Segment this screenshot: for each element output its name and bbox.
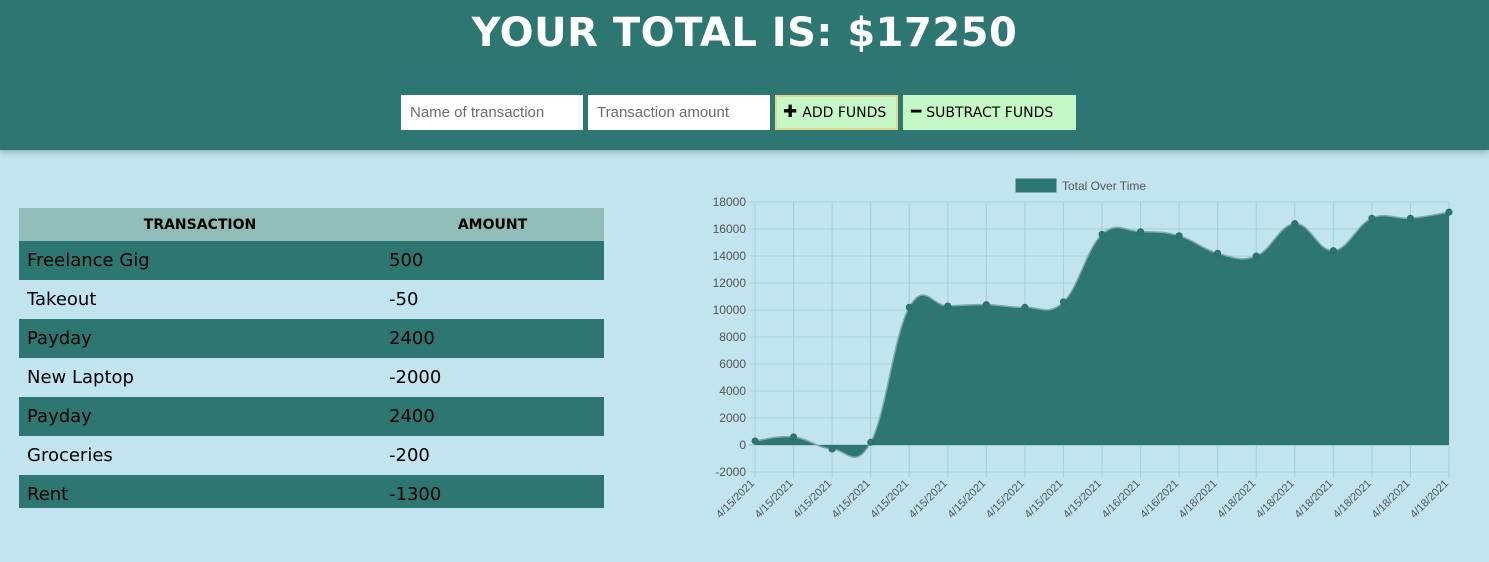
data-point	[944, 302, 952, 310]
data-point	[1445, 208, 1453, 216]
x-tick-label: 4/15/2021	[791, 478, 834, 521]
y-tick-label: 12000	[713, 276, 747, 290]
transaction-amount: 500	[381, 241, 604, 280]
y-tick-label: 16000	[713, 222, 747, 236]
plus-icon: ✚	[783, 102, 798, 122]
table-row: Payday 2400	[19, 319, 604, 358]
table-row: New Laptop -2000	[19, 358, 604, 397]
add-funds-label: ADD FUNDS	[802, 104, 887, 121]
transaction-amount-input[interactable]	[588, 95, 770, 130]
legend-swatch	[1015, 178, 1057, 193]
x-tick-label: 4/15/2021	[830, 478, 873, 521]
transaction-name: New Laptop	[19, 358, 381, 397]
x-tick-label: 4/18/2021	[1331, 478, 1374, 521]
x-tick-label: 4/18/2021	[1369, 478, 1412, 521]
y-tick-label: 10000	[713, 303, 747, 317]
data-point	[1214, 249, 1222, 257]
table-row: Freelance Gig 500	[19, 241, 604, 280]
data-point	[751, 437, 759, 445]
transaction-name-input[interactable]	[401, 95, 583, 130]
minus-icon: ━	[911, 102, 922, 122]
transactions-table: TRANSACTION AMOUNT Freelance Gig 500 Tak…	[19, 208, 604, 508]
transaction-name: Rent	[19, 475, 381, 508]
y-tick-label: 0	[739, 438, 746, 452]
data-point	[1098, 230, 1106, 238]
chart-area	[754, 211, 1450, 458]
subtract-funds-button[interactable]: ━ SUBTRACT FUNDS	[903, 95, 1076, 130]
transaction-amount: 2400	[381, 319, 604, 358]
transaction-name: Freelance Gig	[19, 241, 381, 280]
y-tick-label: 14000	[713, 249, 747, 263]
data-point	[1368, 214, 1376, 222]
y-tick-label: 6000	[719, 357, 746, 371]
data-point	[790, 433, 798, 441]
data-point	[1137, 228, 1145, 236]
transaction-name: Takeout	[19, 280, 381, 319]
y-tick-label: 8000	[719, 330, 746, 344]
transaction-amount: -200	[381, 436, 604, 475]
data-point	[1021, 303, 1029, 311]
data-point	[1406, 214, 1414, 222]
x-tick-label: 4/18/2021	[1292, 478, 1335, 521]
y-axis-ticks: -2000 0 2000 4000 6000 8000 10000 12000 14000 160…	[713, 195, 747, 479]
transaction-amount: -1300	[381, 475, 604, 508]
x-tick-label: 4/18/2021	[1254, 478, 1297, 521]
add-funds-button[interactable]: ✚ ADD FUNDS	[775, 95, 898, 130]
transaction-name: Payday	[19, 397, 381, 436]
x-tick-label: 4/16/2021	[1100, 478, 1143, 521]
y-tick-label: 2000	[719, 411, 746, 425]
x-tick-label: 4/15/2021	[868, 478, 911, 521]
transaction-amount: -2000	[381, 358, 604, 397]
table-row: Takeout -50	[19, 280, 604, 319]
x-tick-label: 4/15/2021	[945, 478, 988, 521]
table-row: Payday 2400	[19, 397, 604, 436]
legend-label: Total Over Time	[1062, 179, 1146, 193]
x-tick-label: 4/16/2021	[1138, 478, 1181, 521]
x-tick-label: 4/18/2021	[1408, 478, 1451, 521]
transaction-amount: -50	[381, 280, 604, 319]
total-heading: YOUR TOTAL IS: $17250	[471, 10, 1018, 56]
transaction-name: Groceries	[19, 436, 381, 475]
table-row: Rent -1300	[19, 475, 604, 508]
x-tick-label: 4/15/2021	[1061, 478, 1104, 521]
y-tick-label: 4000	[719, 384, 746, 398]
x-tick-label: 4/15/2021	[984, 478, 1027, 521]
x-tick-label: 4/15/2021	[907, 478, 950, 521]
x-tick-label: 4/15/2021	[753, 478, 796, 521]
data-point	[1175, 232, 1183, 240]
data-point	[1329, 247, 1337, 255]
x-tick-label: 4/15/2021	[714, 478, 757, 521]
x-tick-label: 4/18/2021	[1177, 478, 1220, 521]
column-header-amount: AMOUNT	[381, 208, 604, 241]
y-tick-label: -2000	[715, 465, 746, 479]
x-axis-ticks: 4/15/20214/15/20214/15/20214/15/20214/15…	[714, 478, 1451, 521]
x-tick-label: 4/15/2021	[1022, 478, 1065, 521]
transactions-table-container[interactable]: TRANSACTION AMOUNT Freelance Gig 500 Tak…	[19, 208, 619, 508]
column-header-transaction: TRANSACTION	[19, 208, 381, 241]
data-point	[1291, 220, 1299, 228]
header: YOUR TOTAL IS: $17250 ✚ ADD FUNDS ━ SUBT…	[0, 0, 1489, 150]
data-point	[905, 303, 913, 311]
table-row: Groceries -200	[19, 436, 604, 475]
data-point	[1252, 252, 1260, 260]
series-area-fill	[755, 212, 1449, 458]
data-point	[867, 438, 875, 446]
data-point	[828, 445, 836, 453]
transaction-name: Payday	[19, 319, 381, 358]
transaction-amount: 2400	[381, 397, 604, 436]
x-tick-label: 4/18/2021	[1215, 478, 1258, 521]
data-point	[982, 301, 990, 309]
chart-legend[interactable]: Total Over Time	[1015, 178, 1146, 193]
y-tick-label: 18000	[713, 195, 747, 209]
subtract-funds-label: SUBTRACT FUNDS	[926, 104, 1054, 121]
table-header-row: TRANSACTION AMOUNT	[19, 208, 604, 241]
data-point	[1059, 298, 1067, 306]
transaction-form: ✚ ADD FUNDS ━ SUBTRACT FUNDS	[401, 95, 1076, 130]
total-over-time-chart: Total Over Time -2000 0 2000 4000 6000 8000 10…	[713, 178, 1453, 521]
